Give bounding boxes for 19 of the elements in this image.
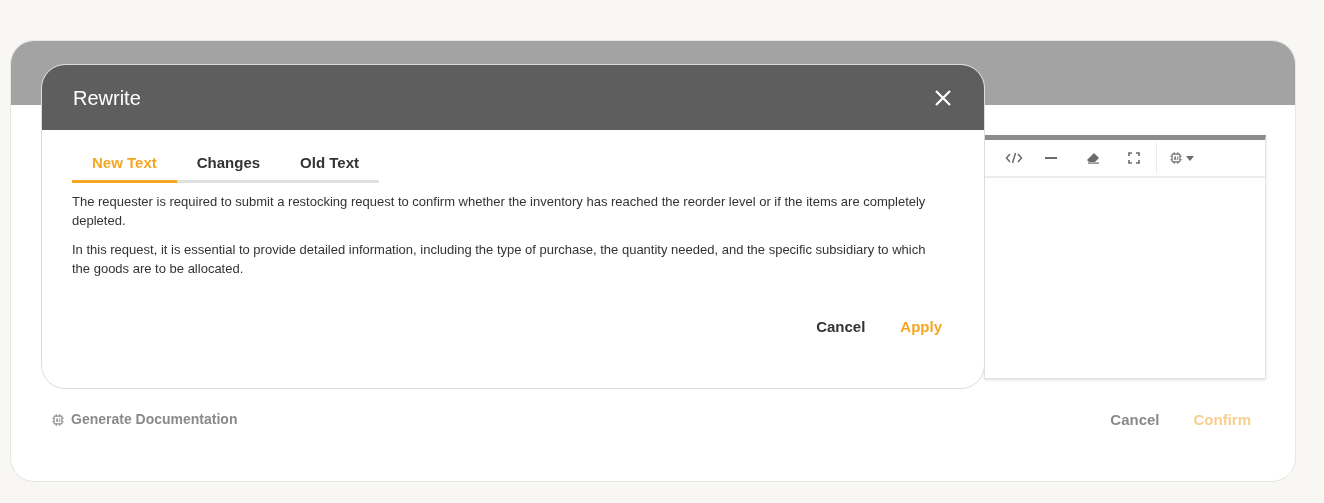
close-icon [934, 88, 952, 107]
eraser-icon[interactable] [1086, 152, 1100, 164]
cancel-button[interactable]: Cancel [816, 316, 866, 339]
generate-documentation-button[interactable]: Generate Documentation [51, 409, 238, 430]
ai-chip-icon [1169, 151, 1183, 165]
code-icon[interactable] [1005, 151, 1023, 165]
rewritten-paragraph: The requester is required to submit a restocking request to confirm whether the inventory has reached the reorder level or if the items are completely depleted. [72, 193, 927, 230]
horizontal-rule-icon[interactable] [1045, 156, 1057, 160]
tab[interactable]: Old Text [280, 147, 379, 183]
rewritten-paragraph: In this request, it is essential to provide detailed information, including the type of purchase, the quantity needed, and the specific subsidiary to which the goods are to be allocated. [72, 241, 927, 278]
close-button[interactable] [933, 87, 953, 108]
ai-dropdown-button[interactable] [1169, 151, 1194, 165]
tab[interactable]: New Text [72, 147, 177, 183]
apply-button[interactable]: Apply [900, 316, 942, 339]
ai-chip-icon [51, 412, 65, 427]
tab[interactable]: Changes [176, 147, 281, 183]
modal-title: Rewrite [73, 85, 141, 111]
fullscreen-icon[interactable] [1128, 152, 1140, 164]
caret-icon [1186, 155, 1194, 161]
